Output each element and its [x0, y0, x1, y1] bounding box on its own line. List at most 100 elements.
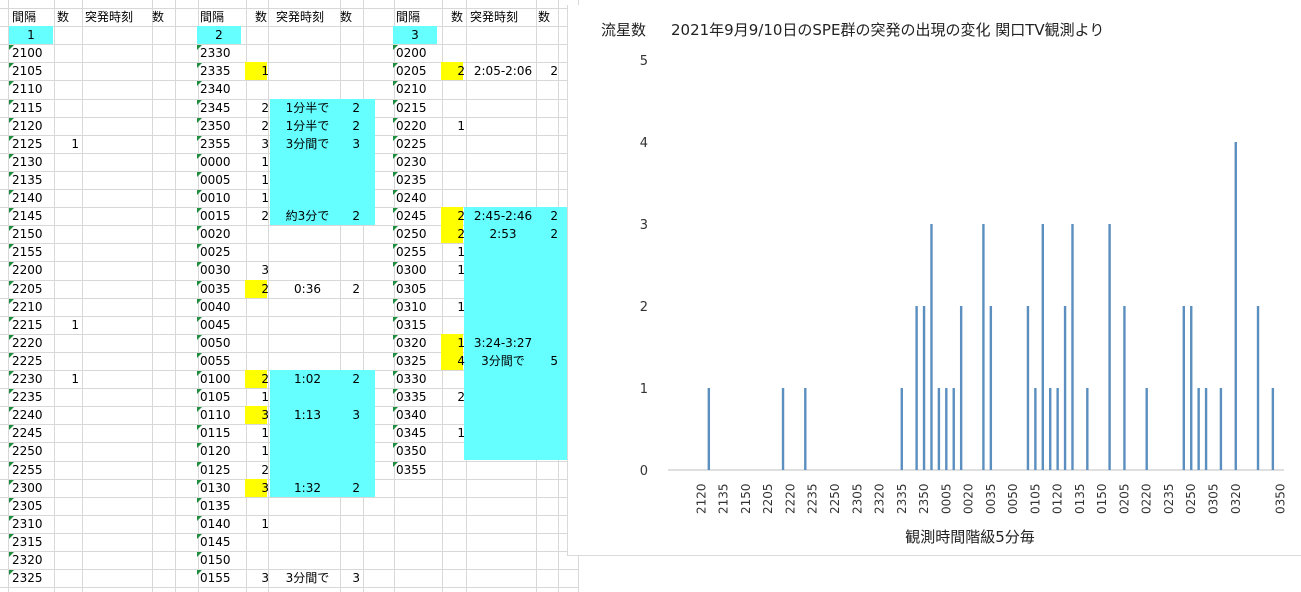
table-cell[interactable]: 2255 — [12, 461, 54, 479]
table-cell[interactable]: 2 — [451, 225, 465, 243]
table-cell[interactable]: 0135 — [200, 497, 252, 515]
table-cell[interactable]: 3:24-3:27 — [470, 334, 536, 352]
table-cell[interactable]: 0145 — [200, 533, 252, 551]
table-cell[interactable]: 2110 — [12, 80, 54, 98]
table-cell[interactable]: 0035 — [200, 280, 252, 298]
table-cell[interactable]: 2215 — [12, 316, 54, 334]
table-cell[interactable]: 0205 — [396, 62, 450, 80]
table-cell[interactable]: 0250 — [396, 225, 450, 243]
table-cell[interactable]: 5 — [538, 352, 558, 370]
table-cell[interactable]: 0215 — [396, 99, 450, 117]
table-cell[interactable]: 0305 — [396, 280, 450, 298]
table-cell[interactable]: 2 — [451, 207, 465, 225]
column-header[interactable]: 数 — [152, 8, 174, 26]
table-cell[interactable]: 0010 — [200, 189, 252, 207]
table-cell[interactable]: 1 — [451, 261, 465, 279]
table-cell[interactable]: 2340 — [200, 80, 252, 98]
table-cell[interactable]: 2 — [255, 461, 269, 479]
column-header[interactable]: 数 — [538, 8, 558, 26]
table-cell[interactable]: 3 — [255, 406, 269, 424]
table-cell[interactable]: 1 — [451, 298, 465, 316]
table-cell[interactable]: 0115 — [200, 424, 252, 442]
table-cell[interactable]: 2320 — [12, 551, 54, 569]
table-cell[interactable]: 1 — [57, 135, 79, 153]
table-cell[interactable]: 0320 — [396, 334, 450, 352]
table-cell[interactable]: 1分半で — [276, 99, 339, 117]
table-cell[interactable]: 1 — [255, 515, 269, 533]
column-header[interactable]: 突発時刻 — [85, 8, 145, 26]
table-cell[interactable]: 2350 — [200, 117, 252, 135]
table-cell[interactable]: 2220 — [12, 334, 54, 352]
table-cell[interactable]: 0100 — [200, 370, 252, 388]
table-cell[interactable]: 0150 — [200, 551, 252, 569]
column-header[interactable]: 数 — [340, 8, 360, 26]
table-cell[interactable]: 3 — [255, 479, 269, 497]
table-cell[interactable]: 2300 — [12, 479, 54, 497]
table-cell[interactable]: 2 — [255, 370, 269, 388]
table-cell[interactable]: 0235 — [396, 171, 450, 189]
column-header[interactable]: 間隔 — [396, 8, 450, 26]
table-cell[interactable]: 2315 — [12, 533, 54, 551]
table-cell[interactable]: 1 — [451, 117, 465, 135]
table-cell[interactable]: 2 — [255, 117, 269, 135]
table-cell[interactable]: 0345 — [396, 424, 450, 442]
table-cell[interactable]: 2250 — [12, 442, 54, 460]
table-cell[interactable]: 3分間で — [470, 352, 536, 370]
table-cell[interactable]: 2 — [340, 99, 360, 117]
table-cell[interactable]: 0040 — [200, 298, 252, 316]
table-cell[interactable]: 0045 — [200, 316, 252, 334]
table-cell[interactable]: 0355 — [396, 461, 450, 479]
table-cell[interactable]: 0105 — [200, 388, 252, 406]
table-cell[interactable]: 0025 — [200, 243, 252, 261]
table-cell[interactable]: 2 — [538, 225, 558, 243]
table-cell[interactable]: 2125 — [12, 135, 54, 153]
block-label[interactable]: 3 — [393, 26, 437, 44]
table-cell[interactable]: 2 — [340, 479, 360, 497]
table-cell[interactable]: 2345 — [200, 99, 252, 117]
table-cell[interactable]: 0220 — [396, 117, 450, 135]
table-cell[interactable]: 2100 — [12, 44, 54, 62]
table-cell[interactable]: 0200 — [396, 44, 450, 62]
table-cell[interactable]: 0340 — [396, 406, 450, 424]
table-cell[interactable]: 2140 — [12, 189, 54, 207]
table-cell[interactable]: 0210 — [396, 80, 450, 98]
table-cell[interactable]: 2 — [538, 62, 558, 80]
table-cell[interactable]: 0055 — [200, 352, 252, 370]
table-cell[interactable]: 2120 — [12, 117, 54, 135]
table-cell[interactable]: 1 — [255, 62, 269, 80]
table-cell[interactable]: 2 — [451, 62, 465, 80]
column-header[interactable]: 突発時刻 — [470, 8, 536, 26]
column-header[interactable]: 突発時刻 — [276, 8, 339, 26]
table-cell[interactable]: 2135 — [12, 171, 54, 189]
table-cell[interactable]: 1:32 — [276, 479, 339, 497]
table-cell[interactable]: 2210 — [12, 298, 54, 316]
table-cell[interactable]: 2:05-2:06 — [470, 62, 536, 80]
table-cell[interactable]: 1 — [255, 153, 269, 171]
table-cell[interactable]: 0330 — [396, 370, 450, 388]
table-cell[interactable]: 2 — [340, 370, 360, 388]
column-header[interactable]: 数 — [57, 8, 79, 26]
table-cell[interactable]: 1 — [57, 316, 79, 334]
table-cell[interactable]: 2:45-2:46 — [470, 207, 536, 225]
table-cell[interactable]: 0005 — [200, 171, 252, 189]
table-cell[interactable]: 2145 — [12, 207, 54, 225]
table-cell[interactable]: 2305 — [12, 497, 54, 515]
column-header[interactable]: 数 — [451, 8, 465, 26]
table-cell[interactable]: 0230 — [396, 153, 450, 171]
table-cell[interactable]: 2155 — [12, 243, 54, 261]
table-cell[interactable]: 1 — [255, 189, 269, 207]
table-cell[interactable]: 2 — [451, 388, 465, 406]
table-cell[interactable]: 2105 — [12, 62, 54, 80]
column-header[interactable]: 数 — [255, 8, 269, 26]
table-cell[interactable]: 0120 — [200, 442, 252, 460]
table-cell[interactable]: 0350 — [396, 442, 450, 460]
table-cell[interactable]: 2200 — [12, 261, 54, 279]
table-cell[interactable]: 0225 — [396, 135, 450, 153]
table-cell[interactable]: 0000 — [200, 153, 252, 171]
chart-area[interactable]: 流星数 2021年9月9/10日のSPE群の突発の出現の変化 関口TV観測より … — [567, 5, 1301, 556]
table-cell[interactable]: 1分半で — [276, 117, 339, 135]
table-cell[interactable]: 0140 — [200, 515, 252, 533]
table-cell[interactable]: 3 — [255, 135, 269, 153]
table-cell[interactable]: 0300 — [396, 261, 450, 279]
table-cell[interactable]: 2 — [255, 207, 269, 225]
